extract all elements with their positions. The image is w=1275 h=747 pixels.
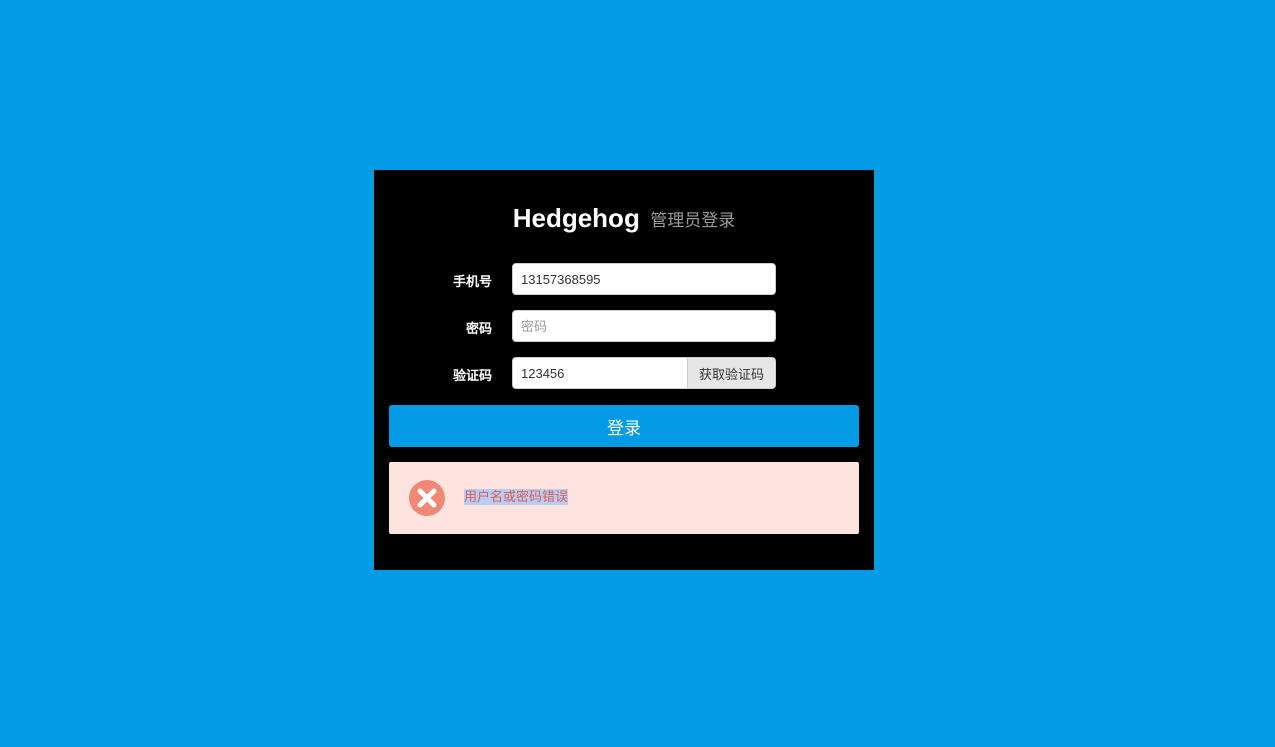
phone-input[interactable] <box>512 263 776 295</box>
verification-code-label: 验证码 <box>452 368 492 383</box>
login-button[interactable]: 登录 <box>389 405 859 447</box>
verification-code-group: 获取验证码 <box>512 357 776 389</box>
error-message: 用户名或密码错误 <box>464 489 569 505</box>
password-label: 密码 <box>465 321 492 336</box>
get-verification-code-button[interactable]: 获取验证码 <box>687 357 776 389</box>
phone-label: 手机号 <box>452 274 492 289</box>
login-subtitle: 管理员登录 <box>650 211 736 230</box>
login-panel: Hedgehog 管理员登录 手机号 密码 验证码 获取验证码 登录 用户名或密… <box>374 170 874 570</box>
verification-code-input[interactable] <box>512 357 687 389</box>
close-circle-icon <box>409 480 445 516</box>
error-alert: 用户名或密码错误 <box>389 462 859 534</box>
password-input[interactable] <box>512 310 776 342</box>
brand-title: Hedgehog <box>512 203 640 233</box>
login-title: Hedgehog 管理员登录 <box>374 203 874 239</box>
